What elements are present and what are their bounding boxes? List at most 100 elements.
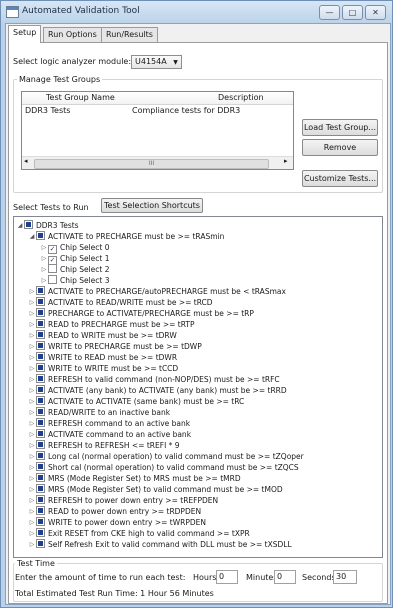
collapsed-arrow-icon[interactable]: ▷ [28, 363, 36, 374]
tree-item[interactable]: ▷ WRITE to power down entry >= tWRPDEN [28, 517, 206, 528]
title-bar[interactable]: Automated Validation Tool — □ ✕ [1, 1, 392, 23]
collapsed-arrow-icon[interactable]: ▷ [28, 286, 36, 297]
test-tree[interactable]: ◢ DDR3 Tests ◢ ACTIVATE to PRECHARGE must b… [13, 216, 383, 558]
tree-item[interactable]: ▷ MRS (Mode Register Set) to MRS must be … [28, 473, 241, 484]
tree-item[interactable]: ▷ MRS (Mode Register Set) to valid comman… [28, 484, 283, 495]
tree-checkbox[interactable] [36, 539, 45, 548]
tree-item[interactable]: ▷ ACTIVATE to READ/WRITE must be >= tRCD [28, 297, 213, 308]
tree-checkbox[interactable] [48, 264, 57, 273]
tree-checkbox[interactable] [36, 407, 45, 416]
tree-item[interactable]: ▷ Chip Select 2 [40, 264, 110, 275]
expanded-arrow-icon[interactable]: ◢ [16, 220, 24, 231]
tree-item[interactable]: ▷ ACTIVATE to ACTIVATE (same bank) must b… [28, 396, 244, 407]
collapsed-arrow-icon[interactable]: ▷ [28, 396, 36, 407]
collapsed-arrow-icon[interactable]: ▷ [28, 297, 36, 308]
tree-checkbox[interactable] [36, 440, 45, 449]
tree-item[interactable]: ▷ READ to WRITE must be >= tDRW [28, 330, 177, 341]
tree-checkbox[interactable] [36, 286, 45, 295]
collapsed-arrow-icon[interactable]: ▷ [28, 418, 36, 429]
tree-checkbox[interactable] [36, 506, 45, 515]
expanded-arrow-icon[interactable]: ◢ [28, 231, 36, 242]
collapsed-arrow-icon[interactable]: ▷ [28, 506, 36, 517]
scroll-thumb[interactable]: III [34, 159, 269, 169]
customize-tests-button[interactable]: Customize Tests... [302, 170, 378, 187]
collapsed-arrow-icon[interactable]: ▷ [28, 539, 36, 550]
tree-checkbox[interactable] [36, 396, 45, 405]
tree-checkbox[interactable] [24, 220, 33, 229]
tab-run-options[interactable]: Run Options [43, 27, 102, 42]
collapsed-arrow-icon[interactable]: ▷ [28, 330, 36, 341]
collapsed-arrow-icon[interactable]: ▷ [28, 308, 36, 319]
collapsed-arrow-icon[interactable]: ▷ [28, 374, 36, 385]
tree-checkbox[interactable] [36, 374, 45, 383]
tree-item[interactable]: ▷ REFRESH to power down entry >= tREFPDEN [28, 495, 218, 506]
hours-field[interactable]: 0 [216, 570, 238, 584]
tree-checkbox[interactable] [36, 308, 45, 317]
scroll-right-icon[interactable]: ▸ [284, 157, 288, 165]
tree-item[interactable]: ▷ Short cal (normal operation) to valid c… [28, 462, 299, 473]
tree-item[interactable]: ▷ Long cal (normal operation) to valid co… [28, 451, 304, 462]
tree-checkbox[interactable] [36, 495, 45, 504]
test-group-list[interactable]: Test Group Name Description DDR3 Tests C… [21, 91, 294, 170]
collapsed-arrow-icon[interactable]: ▷ [40, 242, 48, 253]
collapsed-arrow-icon[interactable]: ▷ [28, 473, 36, 484]
collapsed-arrow-icon[interactable]: ▷ [40, 275, 48, 286]
horizontal-scrollbar[interactable]: ◂ III ▸ [22, 156, 293, 169]
test-selection-shortcuts-button[interactable]: Test Selection Shortcuts [101, 198, 203, 213]
collapsed-arrow-icon[interactable]: ▷ [28, 352, 36, 363]
collapsed-arrow-icon[interactable]: ▷ [28, 429, 36, 440]
remove-button[interactable]: Remove [302, 139, 378, 156]
tree-item[interactable]: ▷ READ to PRECHARGE must be >= tRTP [28, 319, 195, 330]
collapsed-arrow-icon[interactable]: ▷ [28, 495, 36, 506]
tree-item[interactable]: ▷ ✓ Chip Select 0 [40, 242, 110, 254]
tree-item[interactable]: ▷ ✓ Chip Select 1 [40, 253, 110, 265]
tree-checkbox[interactable] [36, 418, 45, 427]
collapsed-arrow-icon[interactable]: ▷ [28, 440, 36, 451]
collapsed-arrow-icon[interactable]: ▷ [28, 484, 36, 495]
tree-checkbox[interactable] [36, 484, 45, 493]
tree-checkbox[interactable] [36, 330, 45, 339]
tree-checkbox[interactable] [36, 363, 45, 372]
tree-checkbox[interactable] [36, 528, 45, 537]
tab-setup[interactable]: Setup [8, 25, 42, 43]
module-select[interactable]: U4154A ▼ [131, 55, 182, 69]
tree-item[interactable]: ▷ WRITE to READ must be >= tDWR [28, 352, 177, 363]
maximize-button[interactable]: □ [342, 5, 363, 20]
tree-item[interactable]: ▷ READ to power down entry >= tRDPDEN [28, 506, 201, 517]
column-header-description[interactable]: Description [218, 93, 264, 102]
tab-run-results[interactable]: Run/Results [101, 27, 158, 42]
collapsed-arrow-icon[interactable]: ▷ [28, 451, 36, 462]
tree-item[interactable]: ▷ Exit RESET from CKE high to valid comma… [28, 528, 250, 539]
tree-checkbox[interactable] [36, 385, 45, 394]
tree-item[interactable]: ▷ READ/WRITE to an inactive bank [28, 407, 170, 418]
tree-item[interactable]: ◢ DDR3 Tests [16, 220, 79, 231]
minutes-field[interactable]: 0 [274, 570, 296, 584]
tree-item[interactable]: ▷ Self Refresh Exit to valid command with… [28, 539, 292, 550]
tree-item[interactable]: ▷ ACTIVATE to PRECHARGE/autoPRECHARGE mus… [28, 286, 286, 297]
column-header-name[interactable]: Test Group Name [46, 93, 115, 102]
collapsed-arrow-icon[interactable]: ▷ [40, 253, 48, 264]
tree-checkbox[interactable] [36, 341, 45, 350]
load-test-group-button[interactable]: Load Test Group... [302, 119, 378, 136]
collapsed-arrow-icon[interactable]: ▷ [28, 517, 36, 528]
tree-item[interactable]: ▷ Chip Select 3 [40, 275, 110, 286]
list-item[interactable]: DDR3 Tests Compliance tests for DDR3 [22, 105, 293, 117]
collapsed-arrow-icon[interactable]: ▷ [28, 407, 36, 418]
tree-checkbox[interactable] [36, 231, 45, 240]
tree-checkbox[interactable] [36, 319, 45, 328]
tree-checkbox[interactable] [36, 297, 45, 306]
tree-checkbox[interactable] [36, 462, 45, 471]
close-button[interactable]: ✕ [365, 5, 386, 20]
minimize-button[interactable]: — [319, 5, 340, 20]
tree-checkbox[interactable] [36, 429, 45, 438]
collapsed-arrow-icon[interactable]: ▷ [28, 385, 36, 396]
tree-item[interactable]: ▷ PRECHARGE to ACTIVATE/PRECHARGE must be… [28, 308, 254, 319]
tree-item[interactable]: ▷ ACTIVATE command to an active bank [28, 429, 191, 440]
seconds-field[interactable]: 30 [333, 570, 357, 584]
tree-item[interactable]: ▷ ACTIVATE (any bank) to ACTIVATE (any ba… [28, 385, 287, 396]
collapsed-arrow-icon[interactable]: ▷ [28, 319, 36, 330]
tree-checkbox[interactable] [36, 473, 45, 482]
tree-item[interactable]: ▷ REFRESH to valid command (non-NOP/DES) … [28, 374, 280, 385]
tree-item[interactable]: ▷ WRITE to PRECHARGE must be >= tDWP [28, 341, 202, 352]
tree-checkbox[interactable] [36, 517, 45, 526]
